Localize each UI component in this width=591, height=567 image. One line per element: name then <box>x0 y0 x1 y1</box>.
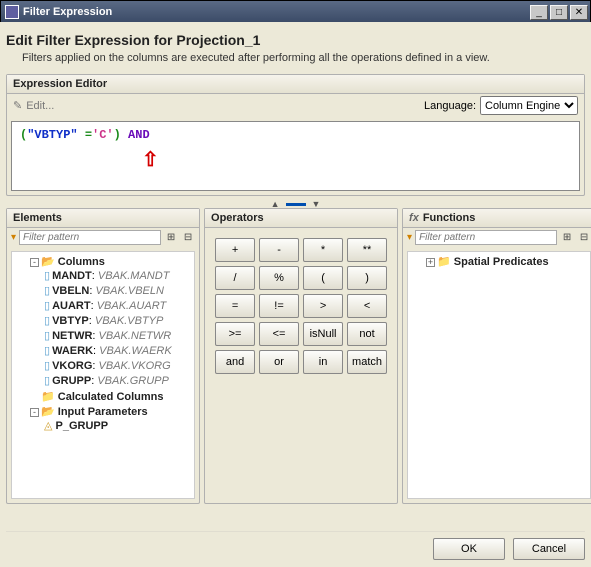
operators-panel: Operators + - * ** / % ( ) = != > < <box>204 208 398 504</box>
op-pow-button[interactable]: ** <box>347 238 387 262</box>
column-item: VKORG: VBAK.VKORG <box>44 358 194 373</box>
maximize-button[interactable]: □ <box>550 5 568 20</box>
column-item: AUART: VBAK.AUART <box>44 298 194 313</box>
language-label: Language: <box>424 100 476 112</box>
minimize-button[interactable]: _ <box>530 5 548 20</box>
parameter-item: ◬ P_GRUPP <box>44 418 194 433</box>
op-or-button[interactable]: or <box>259 350 299 374</box>
pencil-icon: ✎ <box>13 99 22 112</box>
folder-icon: 📁 <box>41 391 55 403</box>
elements-panel: Elements ▾ ⊞ ⊟ -📂 Columns MANDT: VBAK.MA… <box>6 208 200 504</box>
expand-icon[interactable]: - <box>30 258 39 267</box>
page-subtitle: Filters applied on the columns are execu… <box>22 52 585 64</box>
column-item: GRUPP: VBAK.GRUPP <box>44 373 194 388</box>
collapse-all-button[interactable]: ⊟ <box>577 231 591 245</box>
op-neq-button[interactable]: != <box>259 294 299 318</box>
edit-link[interactable]: Edit... <box>26 100 54 112</box>
expression-input[interactable]: ("VBTYP" ='C') AND ⇧ <box>11 121 580 191</box>
splitter[interactable]: ▲ ▼ <box>6 200 585 208</box>
op-not-button[interactable]: not <box>347 322 387 346</box>
op-and-button[interactable]: and <box>215 350 255 374</box>
expand-all-button[interactable]: ⊞ <box>164 231 178 245</box>
operators-title: Operators <box>211 212 264 224</box>
expression-editor-title: Expression Editor <box>13 78 107 90</box>
functions-tree[interactable]: +📁 Spatial Predicates <box>407 251 591 499</box>
op-match-button[interactable]: match <box>347 350 387 374</box>
dialog-buttons: OK Cancel <box>6 531 585 561</box>
app-icon <box>5 5 19 19</box>
expression-editor-panel: Expression Editor ✎ Edit... Language: Co… <box>6 74 585 196</box>
language-select[interactable]: Column Engine <box>480 96 578 115</box>
calculated-columns-node[interactable]: Calculated Columns <box>58 391 164 403</box>
op-plus-button[interactable]: + <box>215 238 255 262</box>
op-lte-button[interactable]: <= <box>259 322 299 346</box>
op-eq-button[interactable]: = <box>215 294 255 318</box>
parameter-icon: ◬ <box>44 420 52 432</box>
folder-icon: 📂 <box>41 406 55 418</box>
op-gt-button[interactable]: > <box>303 294 343 318</box>
op-mod-button[interactable]: % <box>259 266 299 290</box>
functions-filter-input[interactable] <box>415 230 557 245</box>
functions-title: Functions <box>423 212 476 224</box>
column-item: WAERK: VBAK.WAERK <box>44 343 194 358</box>
cancel-button[interactable]: Cancel <box>513 538 585 560</box>
page-title: Edit Filter Expression for Projection_1 <box>6 32 585 48</box>
op-gte-button[interactable]: >= <box>215 322 255 346</box>
elements-filter-input[interactable] <box>19 230 161 245</box>
operators-grid: + - * ** / % ( ) = != > < >= <= <box>209 232 393 380</box>
elements-tree[interactable]: -📂 Columns MANDT: VBAK.MANDT VBELN: VBAK… <box>11 251 195 499</box>
spatial-predicates-node[interactable]: Spatial Predicates <box>454 256 549 268</box>
collapse-all-button[interactable]: ⊟ <box>181 231 195 245</box>
elements-title: Elements <box>13 212 62 224</box>
input-parameters-node[interactable]: Input Parameters <box>58 406 148 418</box>
op-mul-button[interactable]: * <box>303 238 343 262</box>
folder-icon: 📂 <box>41 256 55 268</box>
column-item: VBTYP: VBAK.VBTYP <box>44 313 194 328</box>
expand-icon[interactable]: + <box>426 258 435 267</box>
column-item: MANDT: VBAK.MANDT <box>44 268 194 283</box>
column-item: VBELN: VBAK.VBELN <box>44 283 194 298</box>
annotation-arrow-icon: ⇧ <box>142 152 159 172</box>
filter-icon: ▾ <box>407 232 412 243</box>
window-title: Filter Expression <box>23 6 530 18</box>
op-in-button[interactable]: in <box>303 350 343 374</box>
fx-icon: fx <box>409 212 419 224</box>
op-lparen-button[interactable]: ( <box>303 266 343 290</box>
op-rparen-button[interactable]: ) <box>347 266 387 290</box>
op-lt-button[interactable]: < <box>347 294 387 318</box>
expand-icon[interactable]: - <box>30 408 39 417</box>
op-minus-button[interactable]: - <box>259 238 299 262</box>
columns-node[interactable]: Columns <box>58 256 105 268</box>
expand-all-button[interactable]: ⊞ <box>560 231 574 245</box>
filter-icon: ▾ <box>11 232 16 243</box>
title-bar: Filter Expression _ □ ✕ <box>1 1 590 23</box>
functions-panel: fx Functions ▾ ⊞ ⊟ +📁 Spatial Predicates <box>402 208 591 504</box>
folder-icon: 📁 <box>437 256 451 268</box>
op-div-button[interactable]: / <box>215 266 255 290</box>
op-isnull-button[interactable]: isNull <box>303 322 343 346</box>
close-button[interactable]: ✕ <box>570 5 588 20</box>
ok-button[interactable]: OK <box>433 538 505 560</box>
column-item: NETWR: VBAK.NETWR <box>44 328 194 343</box>
